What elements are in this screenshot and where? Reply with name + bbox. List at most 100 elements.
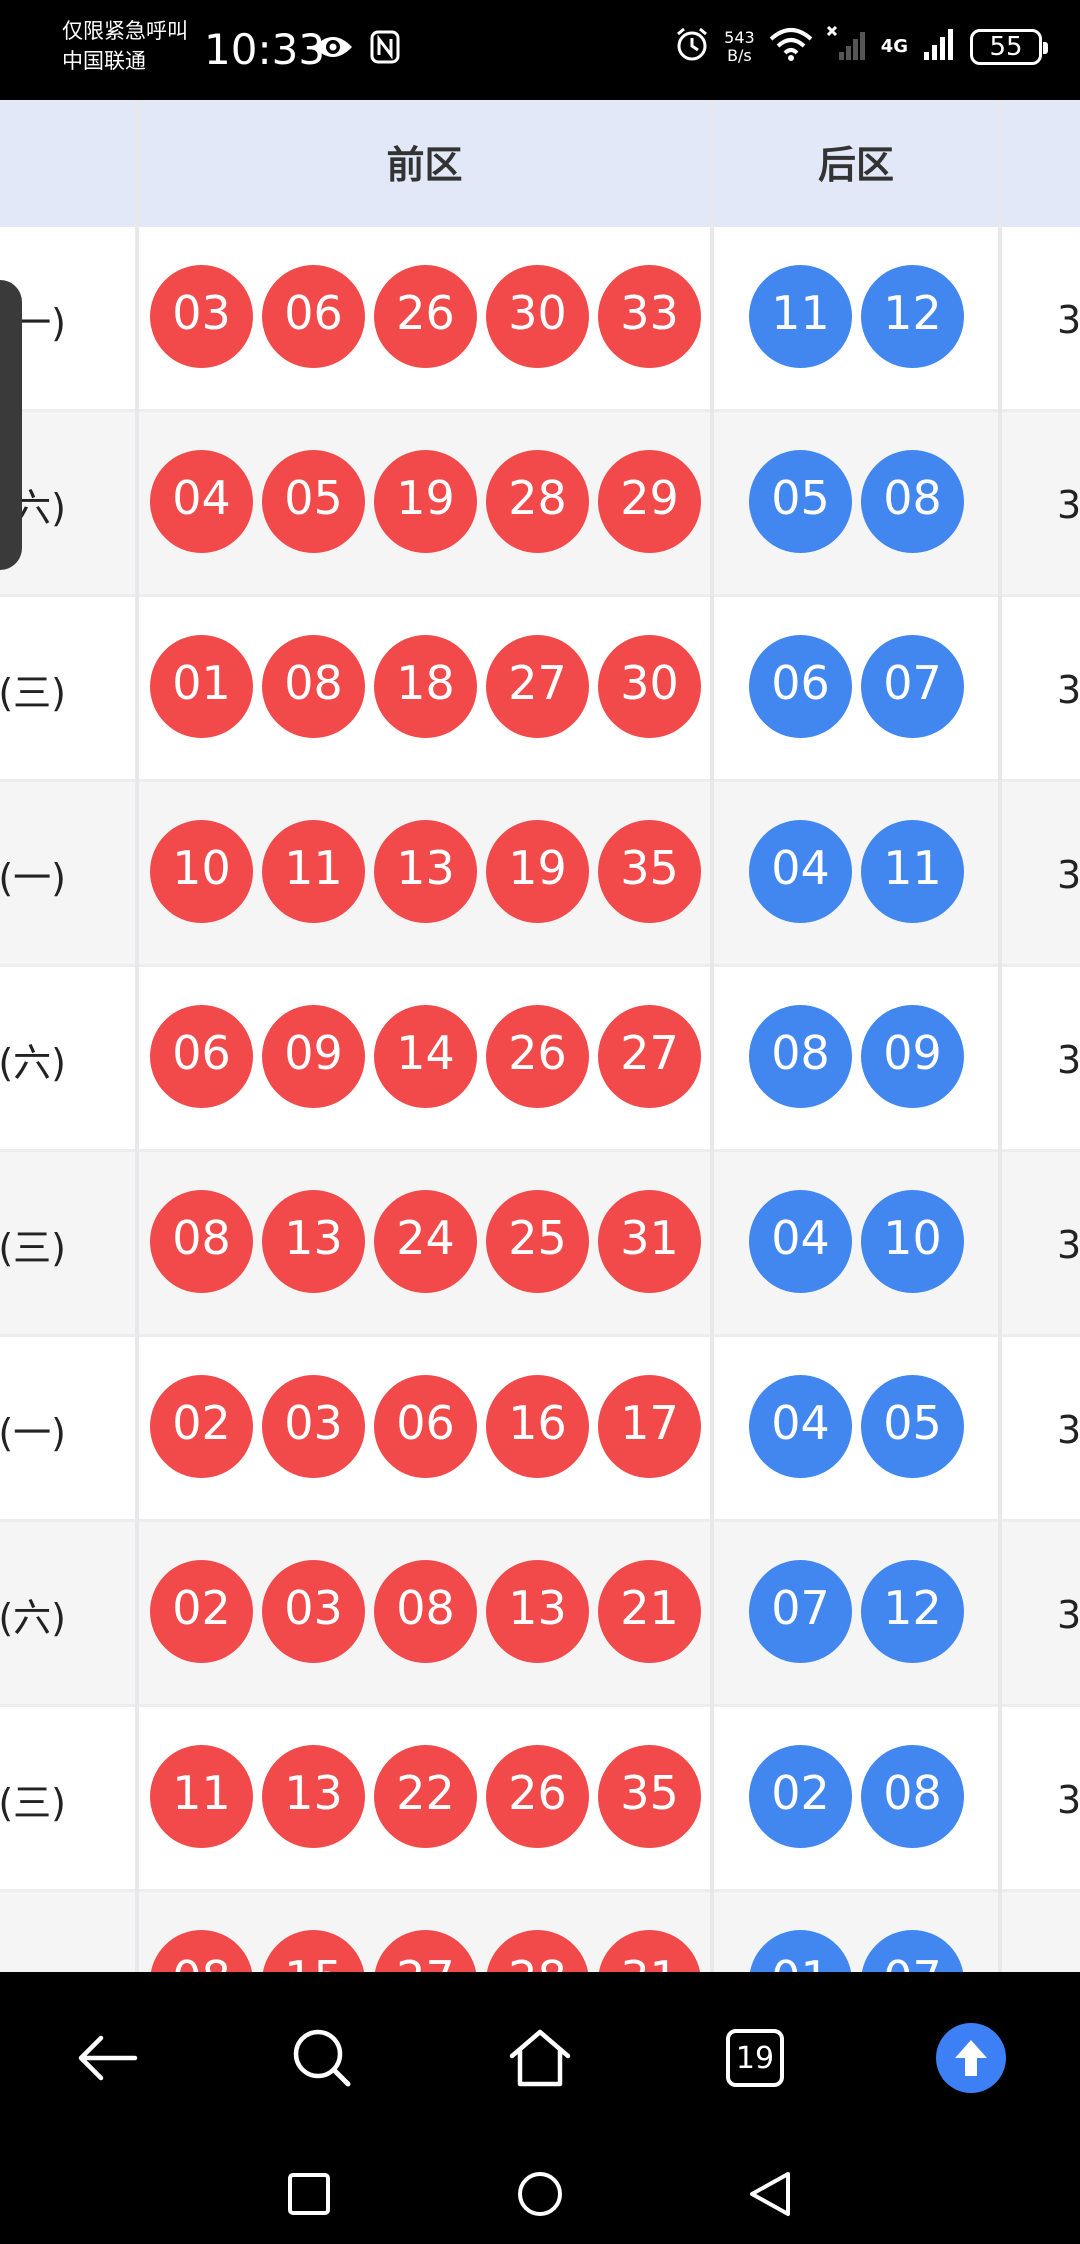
front-ball: 06 <box>262 265 365 368</box>
upload-button[interactable] <box>911 1972 1031 2144</box>
lottery-results-table: 前区 后区 一) 03 06 26 30 33 11 12 3 六) 04 05 19 28 29 05 08 3… <box>0 100 1080 1972</box>
back-ball: 04 <box>749 1190 852 1293</box>
search-icon <box>293 2029 351 2087</box>
front-ball: 27 <box>598 1005 701 1108</box>
clock: 10:33 <box>204 25 326 74</box>
front-ball: 28 <box>486 1930 589 1972</box>
square-icon <box>288 2173 330 2215</box>
back-ball: 02 <box>749 1745 852 1848</box>
tabs-button[interactable]: 19 <box>695 1972 815 2144</box>
next-column-cell: 3 <box>1057 1592 1080 1637</box>
back-ball: 10 <box>861 1190 964 1293</box>
browser-toolbar: 19 <box>0 1972 1080 2144</box>
back-zone-numbers: 08 09 <box>749 1005 964 1108</box>
front-ball: 33 <box>598 265 701 368</box>
table-row[interactable]: 一) 03 06 26 30 33 11 12 3 <box>0 227 1080 412</box>
front-ball: 13 <box>262 1745 365 1848</box>
alarm-icon <box>674 26 710 67</box>
front-ball: 08 <box>150 1190 253 1293</box>
draw-date-cell: (三) <box>0 671 66 715</box>
front-ball: 19 <box>374 450 477 553</box>
front-ball: 24 <box>374 1190 477 1293</box>
home-icon <box>509 2029 571 2087</box>
back-zone-numbers: 07 12 <box>749 1560 964 1663</box>
front-ball: 27 <box>374 1930 477 1972</box>
back-arrow-icon <box>78 2035 138 2081</box>
back-zone-numbers: 02 08 <box>749 1745 964 1848</box>
front-ball: 26 <box>486 1745 589 1848</box>
front-zone-numbers: 0815272831 <box>150 1930 701 1972</box>
back-ball: 07 <box>749 1560 852 1663</box>
table-row[interactable]: (一) 02 03 06 16 17 04 05 3 <box>0 1337 1080 1522</box>
front-ball: 14 <box>374 1005 477 1108</box>
front-ball: 06 <box>150 1005 253 1108</box>
front-ball: 27 <box>486 635 589 738</box>
net-speed: 543 B/s <box>724 27 755 65</box>
wifi-icon <box>769 27 813 66</box>
table-row[interactable]: (六) 06 09 14 26 27 08 09 3 <box>0 967 1080 1152</box>
front-ball: 08 <box>150 1930 253 1972</box>
table-row[interactable]: (一) 10 11 13 19 35 04 11 3 <box>0 782 1080 967</box>
front-ball: 30 <box>486 265 589 368</box>
draw-date-cell: (三) <box>0 1781 66 1825</box>
home-button[interactable] <box>480 1972 600 2144</box>
front-ball: 10 <box>150 820 253 923</box>
column-divider <box>998 100 1002 1972</box>
table-row[interactable]: 六) 04 05 19 28 29 05 08 3 <box>0 412 1080 597</box>
front-ball: 08 <box>262 635 365 738</box>
net-speed-value: 543 <box>724 27 755 47</box>
table-row[interactable]: (三) 01 08 18 27 30 06 07 3 <box>0 597 1080 782</box>
next-column-cell: 3 <box>1057 482 1080 527</box>
back-zone-numbers: 04 11 <box>749 820 964 923</box>
front-ball: 09 <box>262 1005 365 1108</box>
triangle-back-icon <box>750 2172 790 2216</box>
recent-apps-button[interactable] <box>259 2144 359 2244</box>
nfc-icon <box>370 30 400 69</box>
front-ball: 01 <box>150 635 253 738</box>
table-row[interactable]: 0815272831 0107 <box>0 1892 1080 1972</box>
carrier-info: 仅限紧急呼叫 中国联通 <box>62 16 202 76</box>
circle-icon <box>518 2172 562 2216</box>
front-ball: 03 <box>262 1375 365 1478</box>
draw-date-cell: (三) <box>0 1226 66 1270</box>
next-column-cell: 3 <box>1057 852 1080 897</box>
eye-icon <box>312 32 354 67</box>
back-zone-numbers: 11 12 <box>749 265 964 368</box>
front-ball: 16 <box>486 1375 589 1478</box>
back-ball: 11 <box>861 820 964 923</box>
front-ball: 28 <box>486 450 589 553</box>
front-zone-numbers: 01 08 18 27 30 <box>150 635 701 738</box>
back-ball: 08 <box>861 1745 964 1848</box>
front-zone-numbers: 04 05 19 28 29 <box>150 450 701 553</box>
table-row[interactable]: (六) 02 03 08 13 21 07 12 3 <box>0 1522 1080 1707</box>
back-zone-numbers: 04 05 <box>749 1375 964 1478</box>
back-system-button[interactable] <box>720 2144 820 2244</box>
front-ball: 31 <box>598 1190 701 1293</box>
tab-count: 19 <box>726 2029 784 2087</box>
front-ball: 18 <box>374 635 477 738</box>
front-ball: 29 <box>598 450 701 553</box>
back-ball: 04 <box>749 820 852 923</box>
front-ball: 35 <box>598 1745 701 1848</box>
draw-date-cell: (一) <box>0 1411 66 1455</box>
back-button[interactable] <box>47 1972 167 2144</box>
column-divider <box>135 100 139 1972</box>
front-zone-numbers: 11 13 22 26 35 <box>150 1745 701 1848</box>
front-ball: 05 <box>262 450 365 553</box>
floating-side-panel[interactable] <box>0 280 22 570</box>
front-ball: 06 <box>374 1375 477 1478</box>
table-row[interactable]: (三) 11 13 22 26 35 02 08 3 <box>0 1707 1080 1892</box>
front-ball: 03 <box>262 1560 365 1663</box>
next-column-cell: 3 <box>1057 1222 1080 1267</box>
back-ball: 07 <box>861 1930 964 1972</box>
back-ball: 09 <box>861 1005 964 1108</box>
front-ball: 19 <box>486 820 589 923</box>
next-column-cell: 3 <box>1057 1777 1080 1822</box>
table-row[interactable]: (三) 08 13 24 25 31 04 10 3 <box>0 1152 1080 1337</box>
next-column-cell: 3 <box>1057 297 1080 342</box>
search-button[interactable] <box>262 1972 382 2144</box>
back-zone-header: 后区 <box>817 143 894 187</box>
back-zone-numbers: 05 08 <box>749 450 964 553</box>
home-system-button[interactable] <box>490 2144 590 2244</box>
carrier-emergency-text: 仅限紧急呼叫 <box>62 19 188 43</box>
